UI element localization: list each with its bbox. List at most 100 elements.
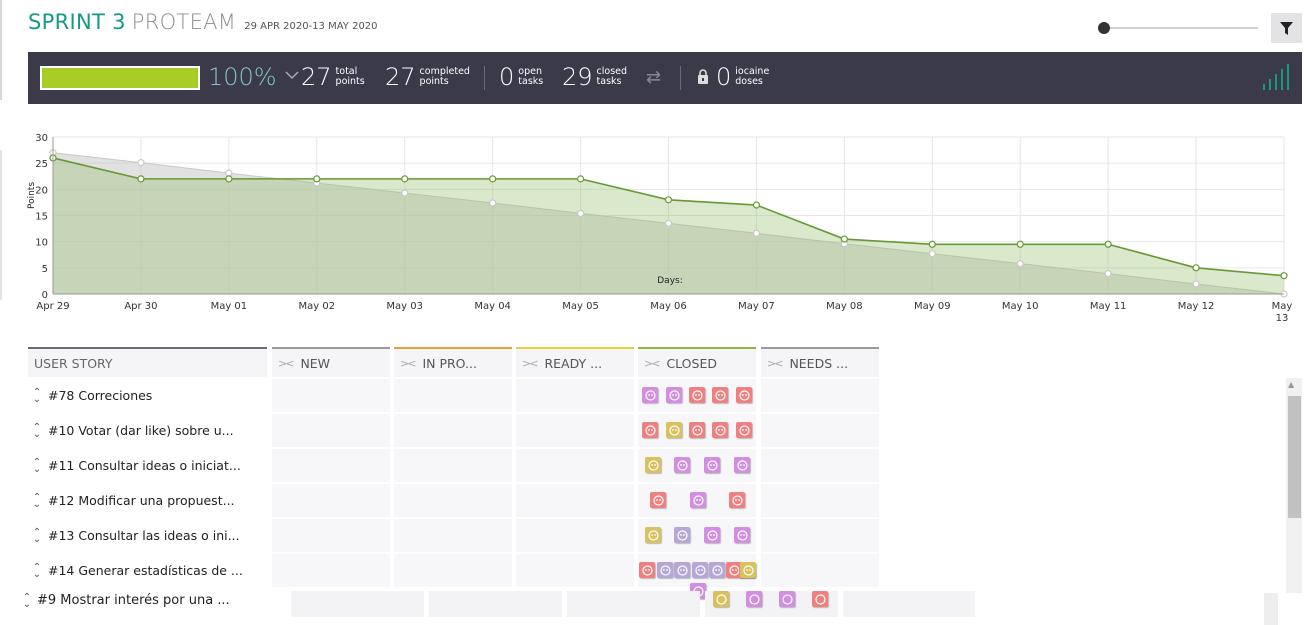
column-header-1[interactable]: >< NEW (272, 347, 390, 377)
task-card[interactable] (674, 527, 690, 543)
board-cell[interactable] (761, 554, 879, 587)
story-label[interactable]: #14 Generar estadísticas de ... (48, 563, 243, 578)
task-card[interactable] (642, 422, 658, 438)
column-header-5[interactable]: >< NEEDS ... (761, 347, 879, 377)
sort-arrows-icon[interactable]: ⌃ ⌄ (28, 562, 46, 579)
task-card[interactable] (709, 562, 725, 578)
task-card[interactable] (729, 492, 745, 508)
board-cell[interactable] (516, 379, 634, 412)
task-card[interactable] (674, 457, 690, 473)
board-cell[interactable] (394, 519, 512, 552)
story-title[interactable]: ⌃ ⌄ #13 Consultar las ideas o ini... (28, 519, 267, 552)
filter-button[interactable] (1271, 13, 1302, 43)
sort-arrows-icon[interactable]: ⌃ ⌄ (28, 457, 46, 474)
board-cell[interactable] (516, 519, 634, 552)
board-cell[interactable] (761, 519, 879, 552)
task-card[interactable] (639, 562, 655, 578)
board-cell[interactable] (272, 414, 390, 447)
task-card[interactable] (704, 527, 720, 543)
board-cell[interactable] (516, 484, 634, 517)
story-title[interactable]: ⌃ ⌄ #11 Consultar ideas o iniciat... (28, 449, 267, 482)
board-cell[interactable] (516, 554, 634, 587)
story-title[interactable]: ⌃ ⌄ #12 Modificar una propuest... (28, 484, 267, 517)
story-label[interactable]: #78 Correciones (48, 388, 152, 403)
zoom-slider-handle[interactable] (1098, 22, 1110, 34)
task-card[interactable] (645, 457, 661, 473)
partial-story-label[interactable]: #9 Mostrar interés por una ... (37, 593, 230, 608)
story-title[interactable]: ⌃ ⌄ #78 Correciones (28, 379, 267, 412)
story-label[interactable]: #11 Consultar ideas o iniciat... (48, 458, 241, 473)
closed-tasks-value: 29 (562, 63, 593, 91)
task-card[interactable] (736, 387, 752, 403)
task-card[interactable] (689, 422, 705, 438)
task-card[interactable] (645, 527, 661, 543)
scroll-up-arrow[interactable]: ▲ (1288, 380, 1294, 389)
board-cell[interactable] (516, 414, 634, 447)
story-label[interactable]: #12 Modificar una propuest... (48, 493, 235, 508)
sort-arrows-icon[interactable]: ⌃ ⌄ (28, 422, 46, 439)
collapse-column-icon[interactable]: >< (278, 357, 295, 370)
task-card[interactable] (736, 422, 752, 438)
collapse-column-icon[interactable]: >< (644, 357, 661, 370)
board-cell[interactable] (761, 449, 879, 482)
sort-arrows-icon[interactable]: ⌃ ⌄ (17, 592, 37, 609)
column-header-2[interactable]: >< IN PRO... (394, 347, 512, 377)
dragged-story-row[interactable]: ⌃ ⌄ #9 Mostrar interés por una ... (0, 591, 1306, 625)
task-card[interactable] (666, 422, 682, 438)
sort-arrows-icon[interactable]: ⌃ ⌄ (28, 492, 46, 509)
task-avatar-icon (668, 424, 680, 436)
zoom-slider-track[interactable] (1103, 27, 1258, 29)
board-cell[interactable] (394, 414, 512, 447)
signal-bars-icon[interactable] (1262, 64, 1290, 90)
board-cell[interactable] (761, 414, 879, 447)
sort-arrows-icon[interactable]: ⌃ ⌄ (28, 527, 46, 544)
collapse-column-icon[interactable]: >< (522, 357, 539, 370)
task-card[interactable] (704, 457, 720, 473)
y-tick-label: 20 (35, 185, 48, 196)
y-tick-label: 30 (35, 133, 48, 144)
task-card[interactable] (812, 591, 828, 607)
board-cell[interactable] (272, 449, 390, 482)
story-title[interactable]: ⌃ ⌄ #10 Votar (dar like) sobre u... (28, 414, 267, 447)
board-cell[interactable] (272, 379, 390, 412)
story-title[interactable]: ⌃ ⌄ #14 Generar estadísticas de ... (28, 554, 267, 587)
board-cell[interactable] (394, 554, 512, 587)
task-card[interactable] (779, 591, 795, 607)
task-card[interactable] (666, 387, 682, 403)
task-card[interactable] (642, 387, 658, 403)
x-tick-label: May 06 (650, 301, 687, 312)
board-cell[interactable] (394, 449, 512, 482)
board-cell[interactable] (272, 519, 390, 552)
task-card[interactable] (734, 527, 750, 543)
board-cell[interactable] (272, 554, 390, 587)
board-cell[interactable] (394, 379, 512, 412)
task-card[interactable] (712, 422, 728, 438)
x-tick-label: May 12 (1178, 301, 1215, 312)
sort-arrows-icon[interactable]: ⌃ ⌄ (28, 387, 46, 404)
task-card[interactable] (692, 562, 708, 578)
task-card[interactable] (689, 387, 705, 403)
task-card[interactable] (713, 591, 729, 607)
board-cell[interactable] (761, 379, 879, 412)
board-cell[interactable] (761, 484, 879, 517)
board-cell[interactable] (272, 484, 390, 517)
scrollbar-thumb[interactable] (1288, 396, 1301, 518)
collapse-column-icon[interactable]: >< (400, 357, 417, 370)
task-card[interactable] (657, 562, 673, 578)
board-cell[interactable] (516, 449, 634, 482)
task-card[interactable] (690, 492, 706, 508)
task-card[interactable] (740, 562, 756, 578)
task-card[interactable] (650, 492, 666, 508)
task-avatar-icon (691, 389, 703, 401)
story-label[interactable]: #10 Votar (dar like) sobre u... (48, 423, 234, 438)
collapse-column-icon[interactable]: >< (767, 357, 784, 370)
task-card[interactable] (746, 591, 762, 607)
story-label[interactable]: #13 Consultar las ideas o ini... (48, 528, 240, 543)
board-cell[interactable] (394, 484, 512, 517)
column-header-3[interactable]: >< READY ... (516, 347, 634, 377)
task-card[interactable] (674, 562, 690, 578)
task-card[interactable] (734, 457, 750, 473)
task-card[interactable] (712, 387, 728, 403)
chevron-down-icon[interactable] (285, 70, 299, 80)
column-header-4[interactable]: >< CLOSED (638, 347, 756, 377)
